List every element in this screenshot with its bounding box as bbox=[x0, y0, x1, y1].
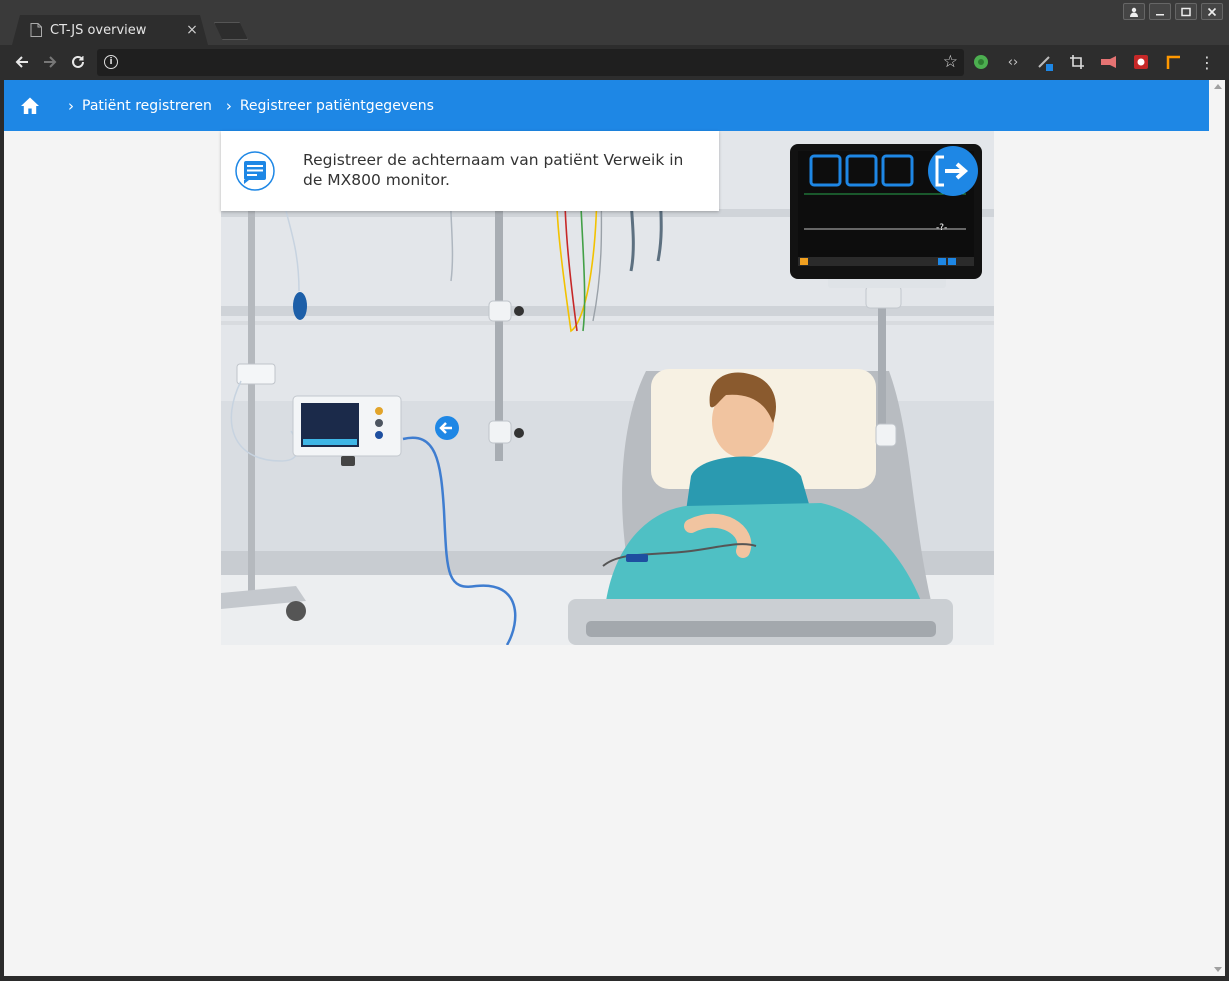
portable-monitor[interactable] bbox=[293, 396, 401, 456]
browser-tab[interactable]: CT-JS overview × bbox=[12, 15, 208, 45]
breadcrumb-item-1[interactable]: › Patiënt registreren bbox=[40, 97, 212, 115]
ruler-extension-icon[interactable] bbox=[1164, 53, 1182, 71]
chevron-right-icon: › bbox=[225, 96, 232, 115]
scroll-down-icon[interactable] bbox=[1214, 967, 1222, 972]
app-header: › Patiënt registreren › Registreer patië… bbox=[4, 80, 1209, 131]
crop-icon[interactable] bbox=[1068, 53, 1086, 71]
info-icon[interactable]: i bbox=[104, 55, 118, 69]
breadcrumb-item-2[interactable]: › Registreer patiëntgegevens bbox=[212, 97, 434, 115]
home-icon[interactable] bbox=[20, 96, 40, 116]
window-controls bbox=[1123, 3, 1223, 20]
record-extension-icon[interactable] bbox=[1100, 53, 1118, 71]
chevron-right-icon: › bbox=[68, 96, 74, 115]
forward-button[interactable] bbox=[39, 52, 61, 72]
tab-title: CT-JS overview bbox=[50, 22, 147, 38]
menu-kebab-icon[interactable]: ⋮ bbox=[1198, 53, 1216, 72]
back-arrow-hotspot[interactable] bbox=[435, 416, 459, 440]
browser-toolbar: i ☆ ‹› ⋮ bbox=[0, 45, 1229, 80]
instruction-text: Registreer de achternaam van patiënt Ver… bbox=[303, 151, 684, 189]
instruction-card: Registreer de achternaam van patiënt Ver… bbox=[221, 131, 719, 211]
notes-icon bbox=[235, 151, 275, 191]
tab-close-icon[interactable]: × bbox=[184, 22, 200, 38]
arrow-right-icon bbox=[44, 56, 57, 68]
breadcrumb-label[interactable]: Patiënt registreren bbox=[82, 98, 212, 114]
code-icon[interactable]: ‹› bbox=[1004, 53, 1022, 71]
bookmark-star-icon[interactable]: ☆ bbox=[943, 52, 958, 72]
new-tab-button[interactable] bbox=[214, 22, 248, 40]
maximize-icon[interactable] bbox=[1175, 3, 1197, 20]
page-viewport: › Patiënt registreren › Registreer patië… bbox=[4, 80, 1225, 976]
extension-green-icon[interactable] bbox=[972, 53, 990, 71]
address-bar[interactable]: i ☆ bbox=[97, 49, 964, 76]
reload-button[interactable] bbox=[67, 52, 89, 72]
profile-icon[interactable] bbox=[1123, 3, 1145, 20]
scroll-up-icon[interactable] bbox=[1214, 84, 1222, 89]
arrow-left-icon bbox=[15, 56, 28, 68]
browser-titlebar: CT-JS overview × bbox=[0, 0, 1229, 45]
close-icon[interactable] bbox=[1201, 3, 1223, 20]
bug-extension-icon[interactable] bbox=[1132, 53, 1150, 71]
reload-icon bbox=[72, 55, 84, 68]
pen-extension-icon[interactable] bbox=[1036, 53, 1054, 71]
minimize-icon[interactable] bbox=[1149, 3, 1171, 20]
scrollbar[interactable] bbox=[1210, 80, 1225, 976]
back-button[interactable] bbox=[11, 52, 33, 72]
mx800-exit-hotspot[interactable] bbox=[928, 146, 978, 196]
page-icon bbox=[30, 23, 42, 37]
breadcrumb-label[interactable]: Registreer patiëntgegevens bbox=[240, 98, 434, 114]
